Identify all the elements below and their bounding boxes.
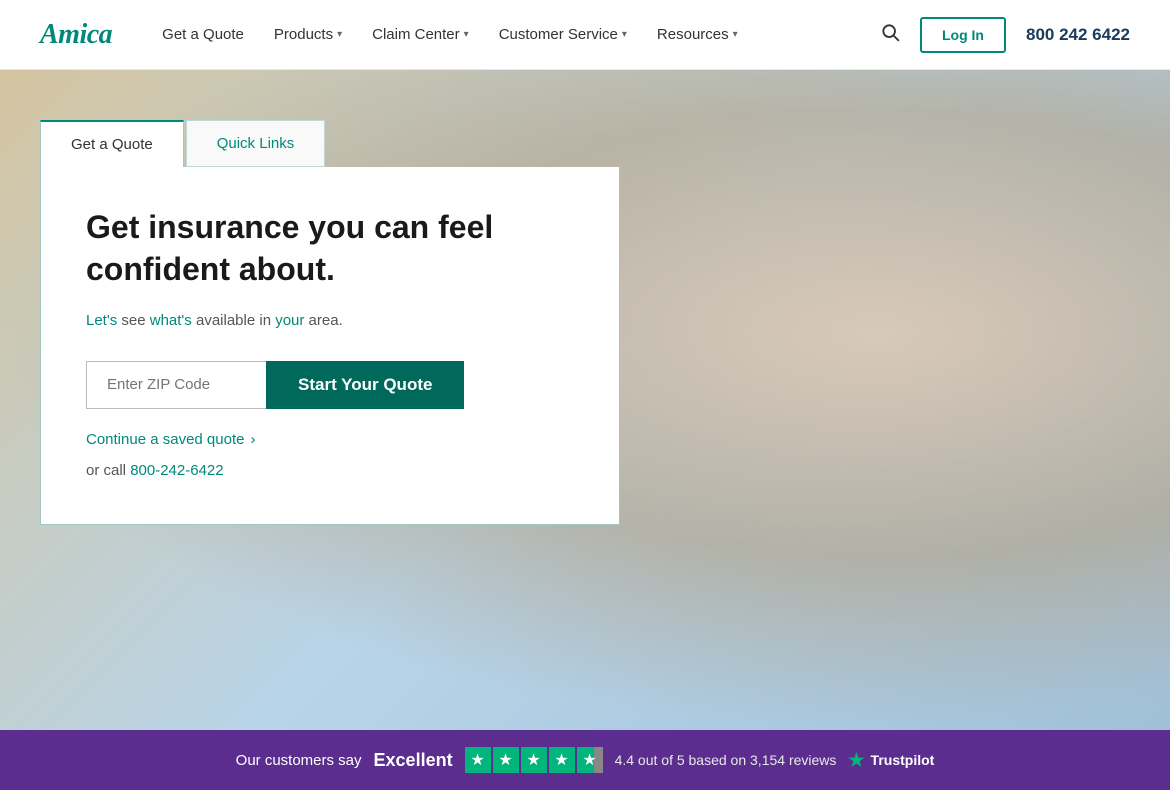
nav-claim-center[interactable]: Claim Center ▾ bbox=[372, 26, 469, 43]
nav-products[interactable]: Products ▾ bbox=[274, 26, 342, 43]
trustpilot-star-icon: ★ bbox=[848, 750, 864, 771]
search-button[interactable] bbox=[880, 22, 900, 47]
customer-service-chevron-icon: ▾ bbox=[622, 29, 627, 40]
or-call-phone-link[interactable]: 800-242-6422 bbox=[130, 462, 223, 479]
nav-resources[interactable]: Resources ▾ bbox=[657, 26, 738, 43]
star-1: ★ bbox=[465, 747, 491, 773]
login-button[interactable]: Log In bbox=[920, 17, 1006, 53]
claim-center-chevron-icon: ▾ bbox=[464, 29, 469, 40]
site-logo[interactable]: Amica bbox=[40, 19, 112, 51]
star-2: ★ bbox=[493, 747, 519, 773]
trustpilot-review-text: 4.4 out of 5 based on 3,154 reviews bbox=[615, 752, 837, 768]
start-quote-button[interactable]: Start Your Quote bbox=[266, 361, 464, 409]
search-icon bbox=[880, 22, 900, 42]
card-subtext: Let's see what's available in your area. bbox=[86, 310, 574, 333]
card-tabs: Get a Quote Quick Links bbox=[40, 120, 620, 167]
trustpilot-rating-label: Excellent bbox=[374, 750, 453, 771]
header-phone[interactable]: 800 242 6422 bbox=[1026, 25, 1130, 45]
trustpilot-logo: ★ Trustpilot bbox=[848, 750, 934, 771]
arrow-right-icon: › bbox=[250, 431, 255, 448]
header-actions: Log In 800 242 6422 bbox=[880, 17, 1130, 53]
quote-card-container: Get a Quote Quick Links Get insurance yo… bbox=[40, 120, 620, 525]
quote-form: Start Your Quote bbox=[86, 361, 574, 409]
subtext-your: your bbox=[275, 312, 304, 329]
resources-chevron-icon: ▾ bbox=[733, 29, 738, 40]
tab-get-a-quote[interactable]: Get a Quote bbox=[40, 120, 184, 167]
tab-quick-links[interactable]: Quick Links bbox=[186, 120, 326, 167]
star-5: ★ bbox=[577, 747, 603, 773]
trustpilot-banner: Our customers say Excellent ★ ★ ★ ★ ★ 4.… bbox=[0, 730, 1170, 790]
zip-code-input[interactable] bbox=[86, 361, 266, 409]
trustpilot-prefix: Our customers say bbox=[236, 752, 362, 769]
nav-get-a-quote[interactable]: Get a Quote bbox=[162, 26, 244, 43]
hero-section: Get a Quote Quick Links Get insurance yo… bbox=[0, 70, 1170, 730]
subtext-whats: what's bbox=[150, 312, 192, 329]
star-4: ★ bbox=[549, 747, 575, 773]
quote-card-body: Get insurance you can feel confident abo… bbox=[40, 167, 620, 525]
card-heading: Get insurance you can feel confident abo… bbox=[86, 207, 574, 290]
nav-customer-service[interactable]: Customer Service ▾ bbox=[499, 26, 627, 43]
or-call-text: or call 800-242-6422 bbox=[86, 462, 574, 479]
main-nav: Get a Quote Products ▾ Claim Center ▾ Cu… bbox=[162, 26, 880, 43]
trustpilot-stars: ★ ★ ★ ★ ★ bbox=[465, 747, 603, 773]
subtext-lets: Let's bbox=[86, 312, 117, 329]
site-header: Amica Get a Quote Products ▾ Claim Cente… bbox=[0, 0, 1170, 70]
continue-saved-quote-link[interactable]: Continue a saved quote › bbox=[86, 431, 574, 448]
products-chevron-icon: ▾ bbox=[337, 29, 342, 40]
star-3: ★ bbox=[521, 747, 547, 773]
